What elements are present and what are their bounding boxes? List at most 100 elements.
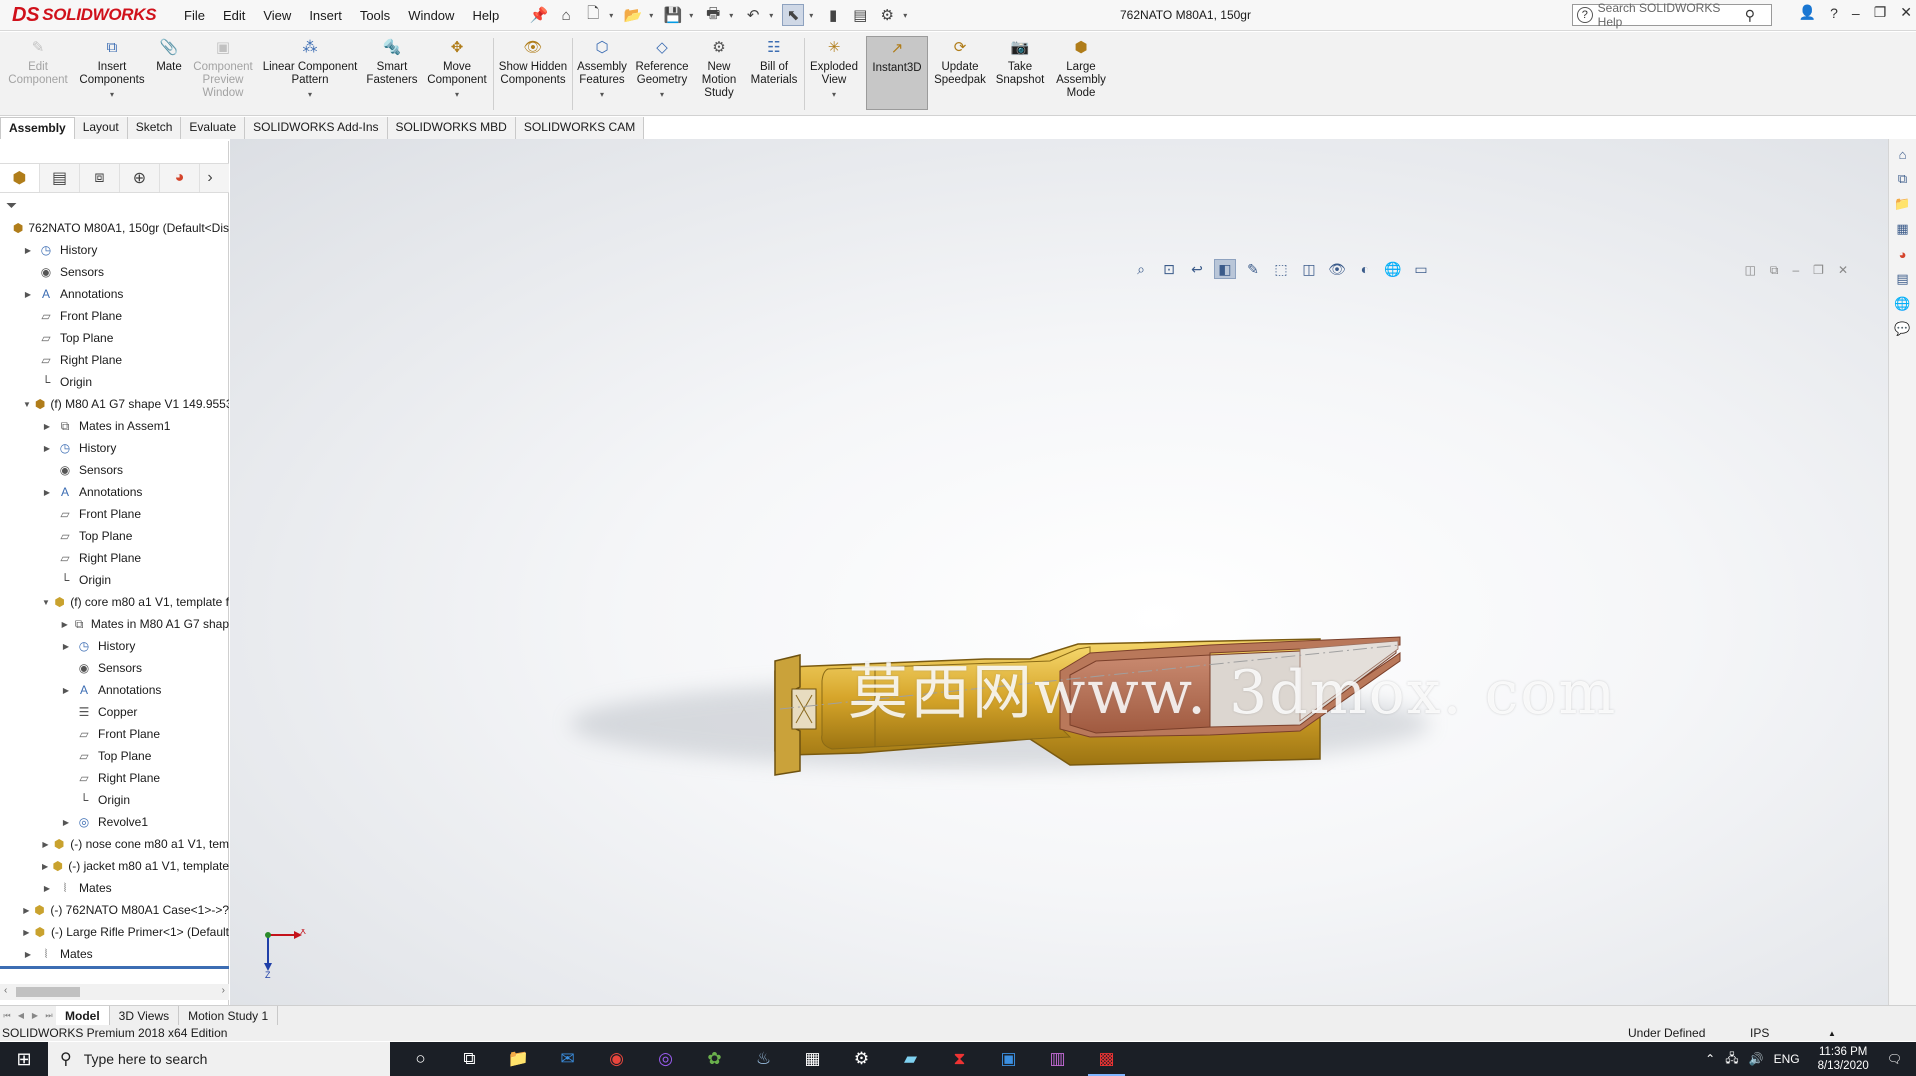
- menu-view[interactable]: View: [254, 8, 300, 23]
- chevron-up-icon[interactable]: ▲: [1828, 1029, 1836, 1038]
- tree-node[interactable]: ▶ A Annotations: [0, 679, 229, 701]
- help-icon[interactable]: ?: [1830, 5, 1838, 21]
- solidworks-resources-icon[interactable]: ⌂: [1893, 144, 1913, 164]
- mail-app-icon[interactable]: ✉: [543, 1042, 592, 1076]
- tree-node[interactable]: ▶ ◷ History: [0, 635, 229, 657]
- tree-node[interactable]: ▱ Front Plane: [0, 723, 229, 745]
- clock[interactable]: 11:36 PM 8/13/2020: [1818, 1045, 1869, 1073]
- minimize-icon[interactable]: –: [1852, 5, 1860, 21]
- tree-node[interactable]: ▱ Top Plane: [0, 525, 229, 547]
- menu-file[interactable]: File: [175, 8, 214, 23]
- tree-node[interactable]: ▱ Right Plane: [0, 767, 229, 789]
- component-preview-window-button[interactable]: ▣ Component Preview Window: [190, 36, 256, 100]
- rollback-bar[interactable]: [0, 966, 229, 969]
- tree-node[interactable]: ▶ ◎ Revolve1: [0, 811, 229, 833]
- tab-layout[interactable]: Layout: [75, 117, 128, 139]
- property-manager-tab[interactable]: ▤: [40, 164, 80, 192]
- unit-system[interactable]: IPS: [1750, 1026, 1769, 1040]
- network-icon[interactable]: 🖧: [1725, 1049, 1738, 1070]
- tab-sketch[interactable]: Sketch: [128, 117, 182, 139]
- tree-node[interactable]: ◉ Sensors: [0, 657, 229, 679]
- menu-window[interactable]: Window: [399, 8, 463, 23]
- tree-node[interactable]: ◉ Sensors: [0, 459, 229, 481]
- menu-insert[interactable]: Insert: [300, 8, 351, 23]
- appearances-icon[interactable]: ◕: [1893, 244, 1913, 264]
- tree-node[interactable]: ▶ ⬢ (-) nose cone m80 a1 V1, tem: [0, 833, 229, 855]
- move-component-button[interactable]: ✥ Move Component ▾: [424, 36, 490, 101]
- home-icon[interactable]: ⌂: [555, 4, 577, 26]
- scroll-left-icon[interactable]: ‹: [4, 985, 7, 996]
- section-view-icon[interactable]: ◧: [1214, 259, 1236, 279]
- expand-arrow-icon[interactable]: ▶: [42, 862, 48, 871]
- chevron-down-icon[interactable]: ▾: [769, 11, 777, 20]
- large-assembly-mode-button[interactable]: ⬢ Large Assembly Mode: [1052, 36, 1110, 100]
- zoom-to-area-icon[interactable]: ⊡: [1158, 259, 1180, 279]
- undo-icon[interactable]: ↶: [742, 4, 764, 26]
- chat-icon[interactable]: 💬: [1893, 319, 1913, 339]
- print-icon[interactable]: 🖶: [702, 4, 724, 26]
- edit-appearance-icon[interactable]: ◐: [1354, 259, 1376, 279]
- settings-app-icon[interactable]: ⚙: [837, 1042, 886, 1076]
- pin-icon[interactable]: 📌: [528, 4, 550, 26]
- dynamic-annotation-icon[interactable]: ✎: [1242, 259, 1264, 279]
- apply-scene-icon[interactable]: 🌐: [1382, 259, 1404, 279]
- tab-addins[interactable]: SOLIDWORKS Add-Ins: [245, 117, 388, 139]
- viewport-minimize-icon[interactable]: –: [1792, 263, 1799, 278]
- feature-manager-tab[interactable]: ⬢: [0, 164, 40, 192]
- display-manager-tab[interactable]: ◕: [160, 164, 200, 192]
- zoom-to-fit-icon[interactable]: ⌕: [1130, 259, 1152, 279]
- mate-button[interactable]: 📎 Mate: [152, 36, 186, 74]
- expand-arrow-icon[interactable]: ▶: [61, 642, 71, 651]
- reference-geometry-button[interactable]: ◇ Reference Geometry ▾: [632, 36, 692, 101]
- chevron-down-icon[interactable]: ▾: [660, 88, 664, 101]
- acrobat-app-icon[interactable]: ⧗: [935, 1042, 984, 1076]
- chevron-down-icon[interactable]: ▾: [729, 11, 737, 20]
- tab-3d-views[interactable]: 3D Views: [110, 1005, 180, 1026]
- file-explorer-app-icon[interactable]: 📁: [494, 1042, 543, 1076]
- view-orientation-icon[interactable]: ⬚: [1270, 259, 1292, 279]
- dimxpert-manager-tab[interactable]: ⊕: [120, 164, 160, 192]
- tile-view-icon[interactable]: ⧉: [1770, 263, 1779, 278]
- tab-cam[interactable]: SOLIDWORKS CAM: [516, 117, 645, 139]
- tree-node[interactable]: ▶ ⧉ Mates in M80 A1 G7 shap: [0, 613, 229, 635]
- cortana-icon[interactable]: ○: [396, 1042, 445, 1076]
- language-indicator[interactable]: ENG: [1774, 1052, 1800, 1066]
- file-explorer-icon[interactable]: 📁: [1893, 194, 1913, 214]
- calculator-app-icon[interactable]: ▦: [788, 1042, 837, 1076]
- tab-assembly[interactable]: Assembly: [0, 117, 75, 139]
- chevron-down-icon[interactable]: ▾: [110, 88, 114, 101]
- display-style-icon[interactable]: ◫: [1298, 259, 1320, 279]
- expand-arrow-icon[interactable]: ▶: [42, 884, 52, 893]
- collapse-arrow-icon[interactable]: ▼: [42, 598, 50, 607]
- tree-node[interactable]: ▱ Top Plane: [0, 745, 229, 767]
- expand-arrow-icon[interactable]: ▶: [23, 928, 30, 937]
- filter-icon[interactable]: ⏷: [6, 197, 17, 214]
- tree-node[interactable]: ▶ ⬢ (-) jacket m80 a1 V1, template: [0, 855, 229, 877]
- forum-icon[interactable]: 🌐: [1893, 294, 1913, 314]
- chevron-down-icon[interactable]: ▾: [689, 11, 697, 20]
- update-speedpak-button[interactable]: ⟳ Update Speedpak: [932, 36, 988, 87]
- solidworks-logo[interactable]: DS SOLIDWORKS: [0, 0, 157, 31]
- tree-node[interactable]: └ Origin: [0, 569, 229, 591]
- last-tab-icon[interactable]: ⏭: [42, 1009, 56, 1023]
- custom-properties-icon[interactable]: ▤: [1893, 269, 1913, 289]
- tree-node[interactable]: ▼ ⬢ (f) M80 A1 G7 shape V1 149.95530: [0, 393, 229, 415]
- tab-model[interactable]: Model: [56, 1005, 110, 1026]
- insert-components-button[interactable]: ⧉ Insert Components ▾: [76, 36, 148, 101]
- tree-node[interactable]: ▶ A Annotations: [0, 283, 229, 305]
- scroll-right-icon[interactable]: ›: [222, 985, 225, 996]
- design-library-icon[interactable]: ⧉: [1893, 169, 1913, 189]
- chevron-down-icon[interactable]: ▾: [809, 11, 817, 20]
- menu-help[interactable]: Help: [463, 8, 508, 23]
- menu-edit[interactable]: Edit: [214, 8, 254, 23]
- linear-component-pattern-button[interactable]: ⁂ Linear Component Pattern ▾: [260, 36, 360, 101]
- new-document-icon[interactable]: 🗋: [582, 4, 604, 26]
- chevron-down-icon[interactable]: ▾: [649, 11, 657, 20]
- new-motion-study-button[interactable]: ⚙ New Motion Study: [694, 36, 744, 100]
- notes-app-icon[interactable]: ▰: [886, 1042, 935, 1076]
- winrar-app-icon[interactable]: ▥: [1033, 1042, 1082, 1076]
- tree-node[interactable]: ▶ ⦚ Mates: [0, 943, 229, 965]
- tree-node[interactable]: ◉ Sensors: [0, 261, 229, 283]
- tree-node[interactable]: └ Origin: [0, 371, 229, 393]
- open-folder-icon[interactable]: 📂: [622, 4, 644, 26]
